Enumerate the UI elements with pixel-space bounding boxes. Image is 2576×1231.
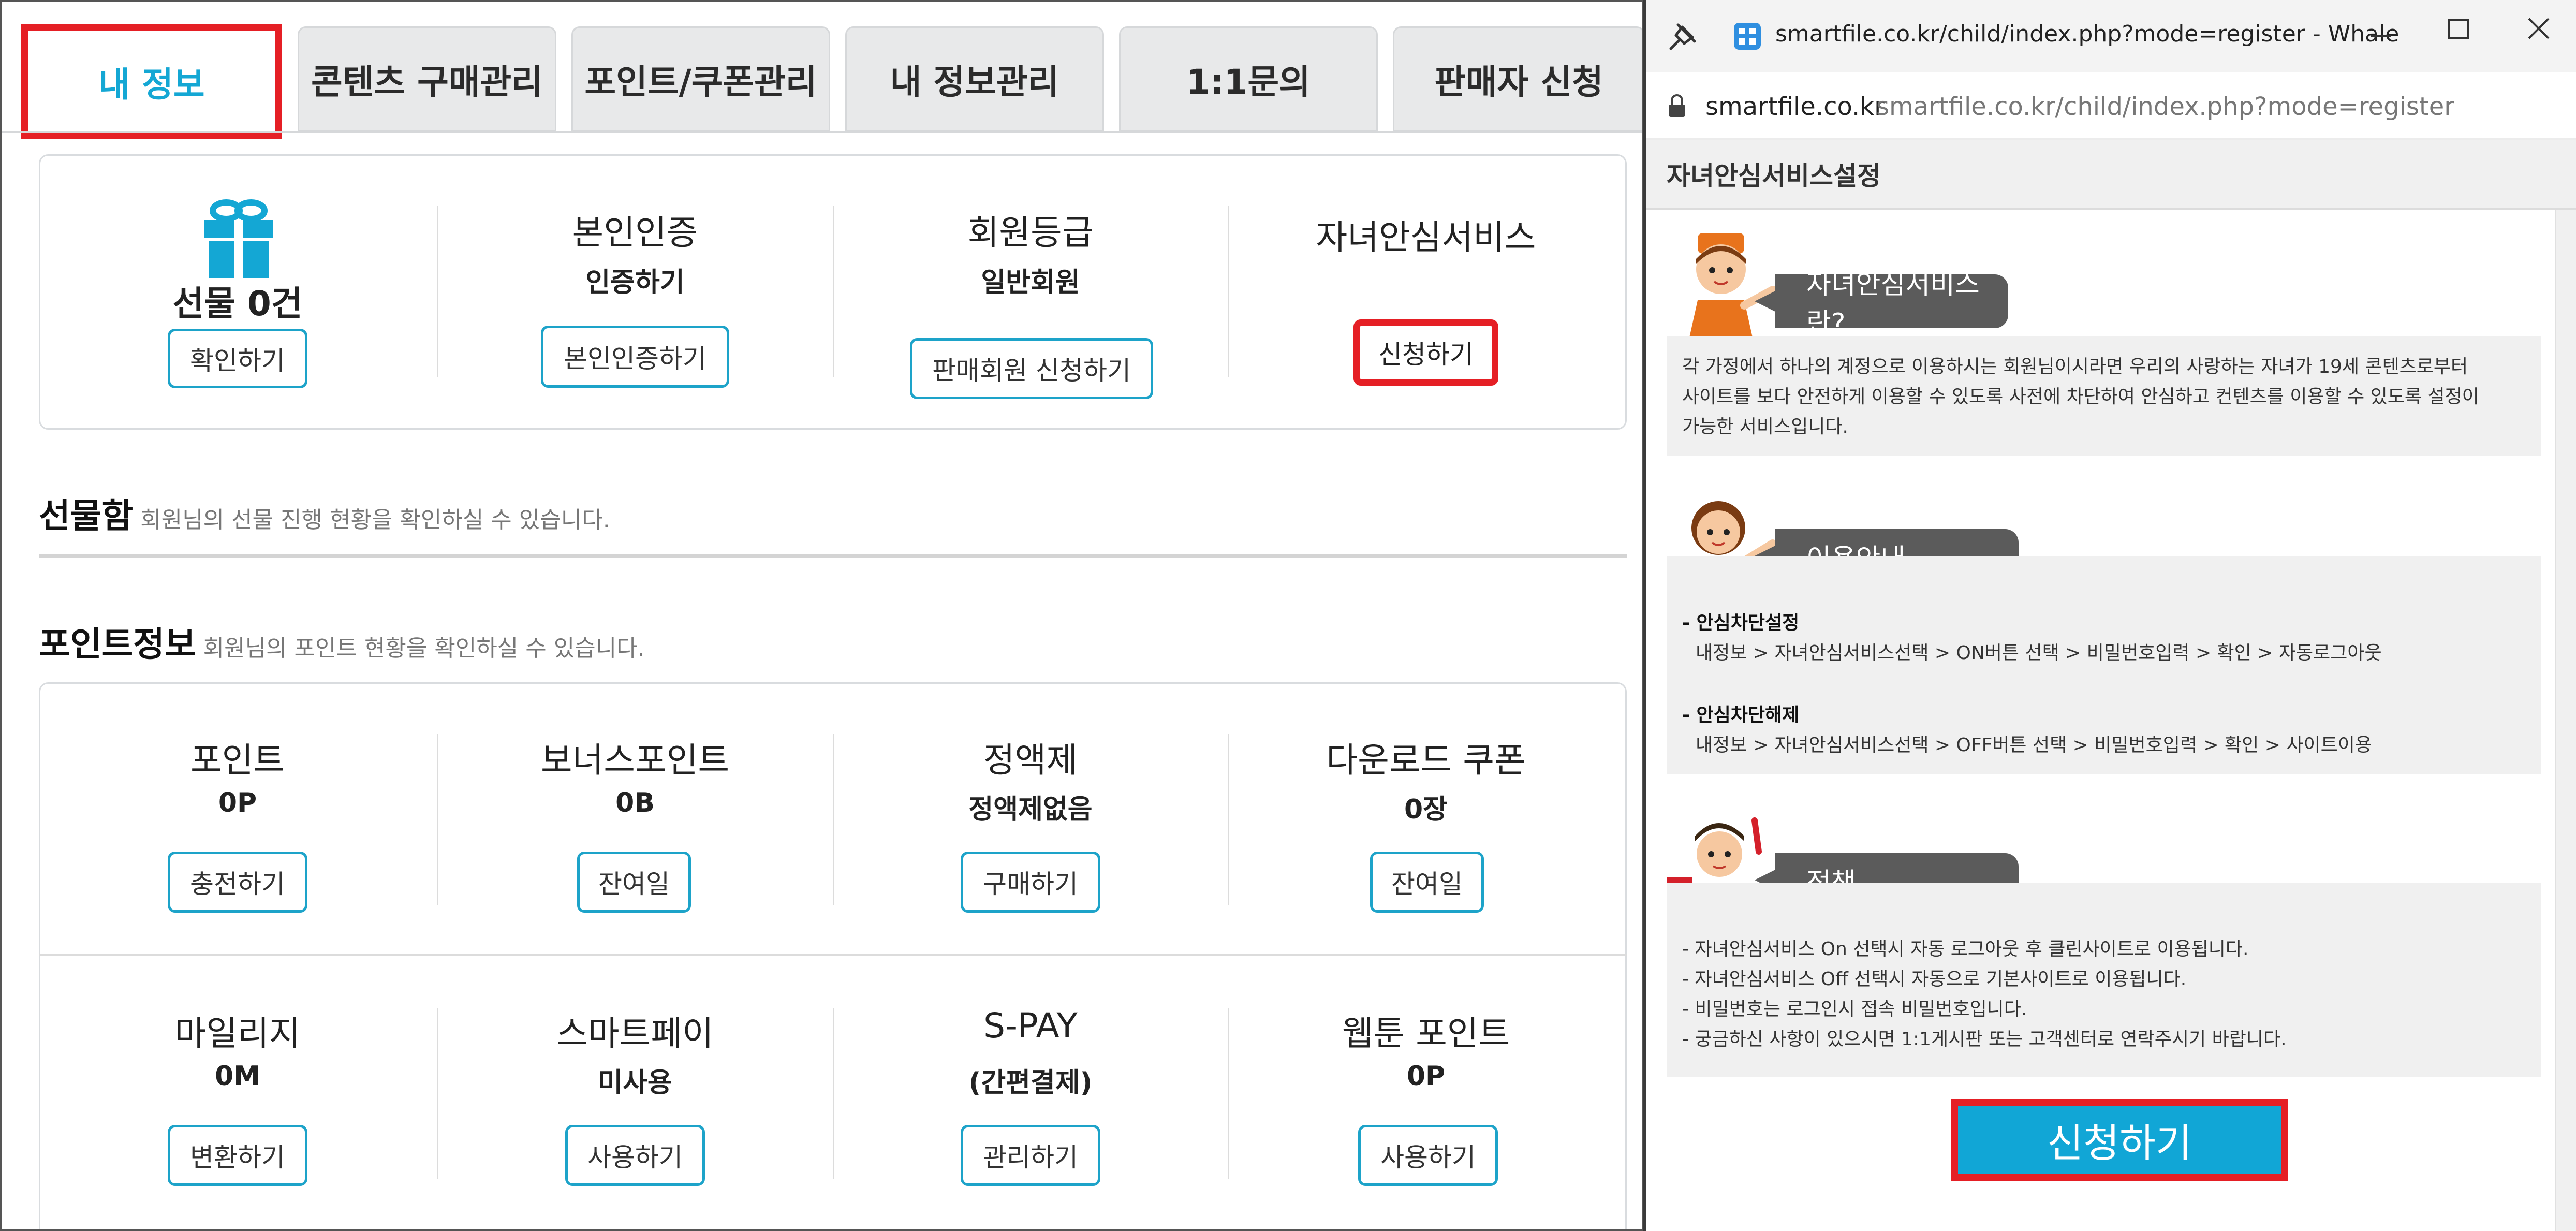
bonus-remaining-days-button[interactable]: 잔여일 — [577, 852, 691, 913]
divider — [1228, 206, 1229, 377]
tab-underline — [2, 131, 1642, 133]
minimize-icon[interactable] — [2371, 35, 2391, 37]
child-service-title: 자녀안심서비스 — [1316, 217, 1536, 257]
apply-button[interactable]: 신청하기 — [1951, 1099, 2288, 1181]
popup-header-title: 자녀안심서비스설정 — [1667, 161, 1881, 191]
flat-rate-value: 정액제없음 — [968, 794, 1093, 825]
smartpay-value: 미사용 — [598, 1067, 672, 1098]
tab-content-purchase[interactable]: 콘텐츠 구매관리 — [298, 26, 556, 131]
guide-heading-block: - 안심차단설정 — [1682, 612, 1800, 634]
divider — [437, 1008, 438, 1179]
webtoon-point-title: 웹툰 포인트 — [1342, 1014, 1510, 1053]
divider — [833, 734, 834, 905]
tab-inquiry[interactable]: 1:1문의 — [1119, 26, 1378, 131]
gift-count: 선물 0건 — [172, 284, 303, 324]
site-favicon-icon — [1734, 23, 1761, 50]
child-service-apply-button[interactable]: 신청하기 — [1353, 319, 1498, 386]
smartpay-title: 스마트페이 — [556, 1014, 714, 1053]
pointinfo-heading: 포인트정보 회원님의 포인트 현황을 확인하실 수 있습니다. — [39, 617, 645, 666]
intro-line: 가능한 서비스입니다. — [1682, 416, 1848, 437]
popup-window: smartfile.co.kr/child/index.php?mode=reg… — [1643, 0, 2576, 1231]
policy-line: - 자녀안심서비스 On 선택시 자동 로그아웃 후 클린사이트로 이용됩니다. — [1682, 939, 2249, 960]
policy-line: - 궁금하신 사항이 있으시면 1:1게시판 또는 고객센터로 연락주시기 바랍… — [1682, 1029, 2287, 1050]
tab-seller-apply[interactable]: 판매자 신청 — [1393, 26, 1642, 131]
popup-header: 자녀안심서비스설정 — [1646, 140, 2576, 210]
policy-line: - 비밀번호는 로그인시 접속 비밀번호입니다. — [1682, 999, 2027, 1020]
window-titlebar: smartfile.co.kr/child/index.php?mode=reg… — [1646, 0, 2576, 72]
window-title: smartfile.co.kr/child/index.php?mode=reg… — [1775, 21, 2400, 47]
row-divider — [39, 954, 1627, 956]
mileage-title: 마일리지 — [174, 1014, 301, 1053]
flat-rate-buy-button[interactable]: 구매하기 — [961, 852, 1100, 913]
scrollbar[interactable] — [2555, 210, 2576, 1231]
intro-line: 각 가정에서 하나의 계정으로 이용하시는 회원님이시라면 우리의 사랑하는 자… — [1682, 356, 2468, 377]
spay-title: S-PAY — [983, 1006, 1078, 1046]
intro-box: 각 가정에서 하나의 계정으로 이용하시는 회원님이시라면 우리의 사랑하는 자… — [1667, 336, 2541, 456]
pin-icon[interactable] — [1667, 22, 1698, 53]
flat-rate-title: 정액제 — [983, 740, 1078, 780]
download-coupon-title: 다운로드 쿠폰 — [1326, 740, 1526, 780]
gift-icon — [204, 199, 273, 278]
divider — [1228, 1008, 1229, 1179]
pointinfo-title: 포인트정보 — [39, 624, 196, 664]
tab-my-info[interactable]: 내 정보 — [21, 24, 282, 139]
verify-status: 인증하기 — [585, 267, 685, 298]
guide-heading-unblock: - 안심차단해제 — [1682, 705, 1800, 726]
section-bubble-what: 자녀안심서비스란? — [1755, 269, 2008, 339]
spay-manage-button[interactable]: 관리하기 — [961, 1125, 1100, 1186]
grade-title: 회원등급 — [967, 213, 1094, 253]
giftbox-heading: 선물함 회원님의 선물 진행 현황을 확인하실 수 있습니다. — [39, 488, 610, 538]
guide-step-unblock: 내정보 > 자녀안심서비스선택 > OFF버튼 선택 > 비밀번호입력 > 확인… — [1696, 735, 2372, 756]
gift-confirm-button[interactable]: 확인하기 — [168, 329, 307, 388]
divider — [1228, 734, 1229, 905]
address-bar[interactable]: smartfile.co.kr smartfile.co.kr/child/in… — [1646, 72, 2576, 140]
address-domain: smartfile.co.kr — [1705, 92, 1885, 121]
divider — [437, 734, 438, 905]
tab-my-info-manage[interactable]: 내 정보관리 — [845, 26, 1104, 131]
mileage-value: 0M — [215, 1061, 260, 1092]
coupon-remaining-days-button[interactable]: 잔여일 — [1370, 852, 1484, 913]
identity-verify-button[interactable]: 본인인증하기 — [541, 326, 729, 388]
tab-point-coupon[interactable]: 포인트/쿠폰관리 — [571, 26, 830, 131]
point-value: 0P — [218, 787, 257, 818]
grade-value: 일반회원 — [981, 267, 1080, 298]
webtoon-use-button[interactable]: 사용하기 — [1358, 1125, 1498, 1186]
pointinfo-desc: 회원님의 포인트 현황을 확인하실 수 있습니다. — [203, 635, 645, 662]
smartpay-use-button[interactable]: 사용하기 — [565, 1125, 705, 1186]
policy-box: - 자녀안심서비스 On 선택시 자동 로그아웃 후 클린사이트로 이용됩니다.… — [1667, 883, 2541, 1077]
verify-title: 본인인증 — [572, 213, 698, 253]
intro-line: 사이트를 보다 안전하게 이용할 수 있도록 사전에 차단하여 안심하고 컨텐츠… — [1682, 386, 2479, 407]
download-coupon-value: 0장 — [1404, 794, 1448, 825]
webtoon-point-value: 0P — [1406, 1061, 1446, 1092]
charge-button[interactable]: 충전하기 — [168, 852, 307, 913]
guide-character-1-icon — [1687, 233, 1775, 347]
divider — [833, 206, 834, 377]
my-info-page: 내 정보 콘텐츠 구매관리 포인트/쿠폰관리 내 정보관리 1:1문의 판매자 … — [0, 0, 1643, 1231]
spay-value: (간편결제) — [968, 1067, 1093, 1098]
giftbox-desc: 회원님의 선물 진행 현황을 확인하실 수 있습니다. — [140, 507, 610, 533]
guide-step-block: 내정보 > 자녀안심서비스선택 > ON버튼 선택 > 비밀번호입력 > 확인 … — [1696, 642, 2382, 664]
giftbox-title: 선물함 — [39, 496, 134, 536]
point-title: 포인트 — [190, 740, 285, 780]
bonus-point-value: 0B — [615, 787, 655, 818]
guide-box: - 안심차단설정 내정보 > 자녀안심서비스선택 > ON버튼 선택 > 비밀번… — [1667, 556, 2541, 774]
lock-icon — [1669, 94, 1685, 117]
section-divider — [39, 554, 1627, 558]
maximize-icon[interactable] — [2448, 19, 2469, 39]
convert-button[interactable]: 변환하기 — [168, 1125, 307, 1186]
section-title-what: 자녀안심서비스란? — [1806, 269, 1980, 339]
bonus-point-title: 보너스포인트 — [540, 740, 730, 780]
close-icon[interactable] — [2526, 16, 2552, 41]
divider — [437, 206, 438, 377]
divider — [833, 1008, 834, 1179]
policy-line: - 자녀안심서비스 Off 선택시 자동으로 기본사이트로 이용됩니다. — [1682, 969, 2187, 990]
seller-apply-button[interactable]: 판매회원 신청하기 — [910, 338, 1153, 399]
address-url: smartfile.co.kr/child/index.php?mode=reg… — [1876, 92, 2454, 121]
